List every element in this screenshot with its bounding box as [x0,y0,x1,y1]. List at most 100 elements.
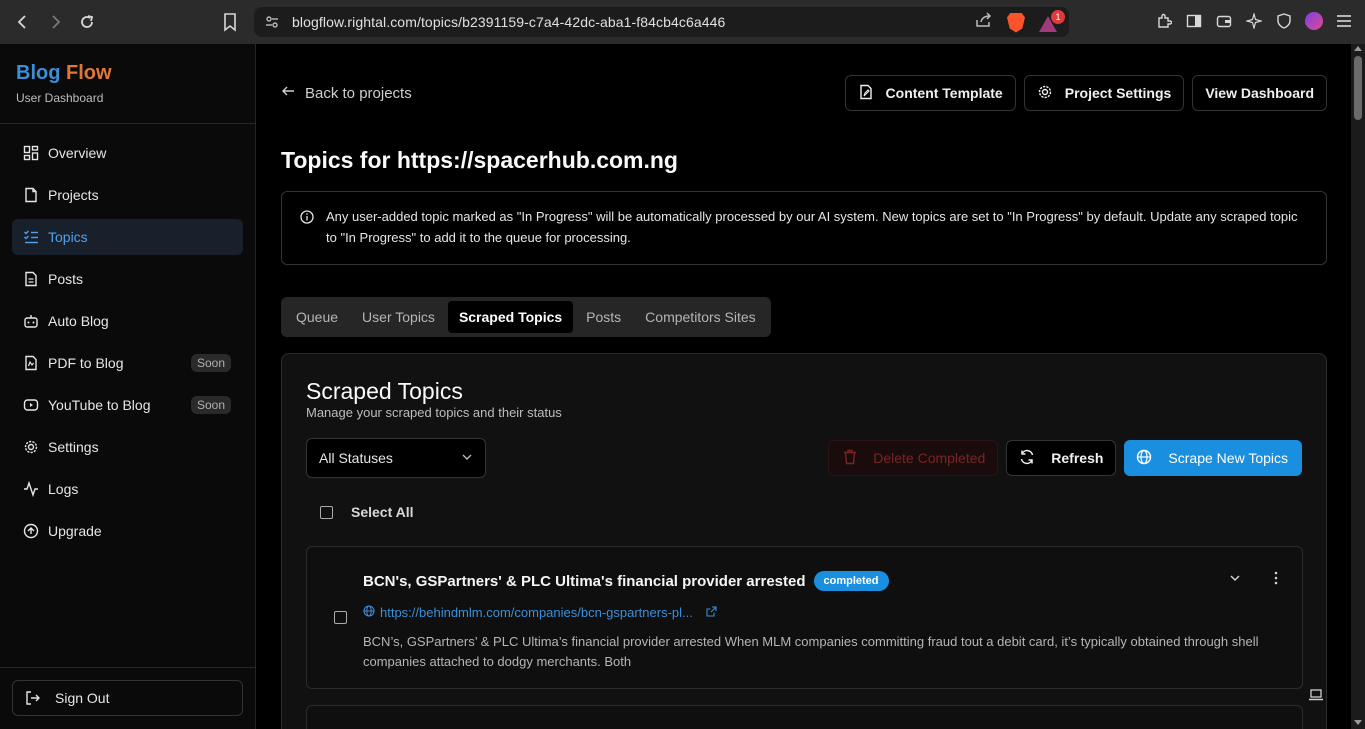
expand-chevron-icon[interactable] [1228,571,1242,590]
topic-url: https://behindmlm.com/companies/bcn-gspa… [380,605,693,620]
topic-tabs: Queue User Topics Scraped Topics Posts C… [281,297,771,337]
tab-queue[interactable]: Queue [285,301,349,333]
brand-name-blog: Blog [16,62,61,84]
globe-icon [1136,449,1152,468]
view-dashboard-button[interactable]: View Dashboard [1192,75,1327,111]
tab-scraped-topics[interactable]: Scraped Topics [447,301,574,333]
tab-user-topics[interactable]: User Topics [351,301,446,333]
back-to-projects-link[interactable]: Back to projects [281,84,412,102]
brand-subtitle: User Dashboard [16,91,104,105]
gear-icon [1037,84,1053,103]
content-template-button[interactable]: Content Template [844,75,1016,111]
card-description: Manage your scraped topics and their sta… [306,405,562,420]
status-filter-value: All Statuses [319,450,393,466]
sidebar-menu: Overview Projects Topics Posts Auto Blog… [0,124,255,566]
sidebar-item-label: Topics [48,229,88,245]
reload-icon[interactable] [78,13,96,31]
topic-card: BCN's, GSPartners' & PLC Ultima's financ… [306,546,1303,689]
app-logo[interactable]: Blog Flow [16,62,239,85]
sidebar-item-label: Logs [48,481,79,497]
card-title: Scraped Topics [306,378,463,404]
delete-completed-button[interactable]: Delete Completed [828,440,999,476]
topic-card [306,705,1303,729]
vpn-shield-icon[interactable] [1275,12,1293,30]
topic-title: BCN's, GSPartners' & PLC Ultima's financ… [363,572,806,590]
tab-competitors-sites[interactable]: Competitors Sites [634,301,766,333]
bookmark-icon[interactable] [222,12,238,32]
sidebar-footer: Sign Out [0,667,255,729]
main-content: Back to projects Content Template Projec… [257,44,1351,729]
sidebar-item-youtube-to-blog[interactable]: YouTube to Blog Soon [12,387,243,423]
share-icon[interactable] [975,12,993,33]
sidebar-item-label: Auto Blog [48,313,109,329]
topic-link[interactable]: https://behindmlm.com/companies/bcn-gspa… [363,605,717,620]
url-text[interactable]: blogflow.rightal.com/topics/b2391159-c7a… [292,14,725,30]
status-badge: completed [813,571,889,591]
sign-out-label: Sign Out [55,690,110,706]
scrollbar-thumb[interactable] [1354,56,1362,120]
back-label: Back to projects [305,84,412,102]
menu-icon[interactable] [1335,12,1353,30]
info-alert: Any user-added topic marked as "In Progr… [281,191,1327,265]
address-bar[interactable]: blogflow.rightal.com/topics/b2391159-c7a… [254,7,1069,37]
content-template-label: Content Template [885,85,1003,101]
upgrade-icon [23,523,39,539]
laptop-icon[interactable] [1308,688,1324,706]
forward-arrow-icon[interactable] [46,13,64,31]
topic-checkbox[interactable] [334,611,347,624]
tab-posts[interactable]: Posts [575,301,632,333]
soon-badge: Soon [190,354,231,372]
leo-ai-icon[interactable] [1245,12,1263,30]
extensions-icon[interactable] [1155,12,1173,30]
refresh-label: Refresh [1051,450,1104,466]
sidebar-item-posts[interactable]: Posts [12,261,243,297]
sign-out-button[interactable]: Sign Out [12,680,243,716]
soon-badge: Soon [190,396,231,414]
file-edit-icon [858,84,874,103]
project-settings-button[interactable]: Project Settings [1023,75,1185,111]
scraped-actions: Delete Completed Refresh Scrape New Topi… [828,440,1302,476]
topic-title-row: BCN's, GSPartners' & PLC Ultima's financ… [363,571,889,591]
brand: Blog Flow User Dashboard [0,44,255,124]
trash-icon [843,449,857,468]
delete-completed-label: Delete Completed [873,450,986,466]
status-filter-select[interactable]: All Statuses [306,438,486,478]
external-link-icon [706,605,717,620]
sidebar-item-upgrade[interactable]: Upgrade [12,513,243,549]
wallet-icon[interactable] [1215,12,1233,30]
sidebar-toggle-icon[interactable] [1185,12,1203,30]
profile-avatar[interactable] [1305,12,1323,30]
sidebar-item-projects[interactable]: Projects [12,177,243,213]
sidebar-item-settings[interactable]: Settings [12,429,243,465]
sidebar-item-auto-blog[interactable]: Auto Blog [12,303,243,339]
brave-shields-icon[interactable] [1007,12,1025,33]
scroll-up-arrow-icon[interactable] [1354,46,1362,51]
bot-icon [23,313,39,329]
more-options-icon[interactable] [1274,571,1278,590]
notification-badge: 1 [1051,9,1065,24]
page-title: Topics for https://spacerhub.com.ng [281,147,678,173]
sidebar-item-pdf-to-blog[interactable]: PDF to Blog Soon [12,345,243,381]
sidebar-item-label: Projects [48,187,99,203]
scraped-topics-card: Scraped Topics Manage your scraped topic… [281,353,1327,729]
sidebar-item-label: PDF to Blog [48,355,124,371]
select-all[interactable]: Select All [320,504,414,520]
scrape-new-topics-button[interactable]: Scrape New Topics [1124,440,1302,476]
page-scrollbar[interactable] [1351,44,1365,729]
browser-toolbar: blogflow.rightal.com/topics/b2391159-c7a… [0,0,1365,44]
list-icon [23,229,39,245]
brave-rewards-icon[interactable]: 1 [1039,9,1065,32]
sidebar-item-overview[interactable]: Overview [12,135,243,171]
back-arrow-icon[interactable] [14,13,32,31]
activity-icon [23,481,39,497]
info-icon [300,209,314,224]
select-all-checkbox[interactable] [320,505,333,519]
sidebar-item-logs[interactable]: Logs [12,471,243,507]
site-info-icon[interactable] [264,14,280,30]
sidebar-item-topics[interactable]: Topics [12,219,243,255]
refresh-button[interactable]: Refresh [1006,440,1117,476]
select-all-label: Select All [351,504,414,520]
scroll-down-arrow-icon[interactable] [1354,720,1362,725]
refresh-icon [1019,449,1035,468]
topic-excerpt: BCN’s, GSPartners’ & PLC Ultima’s financ… [363,634,1259,669]
